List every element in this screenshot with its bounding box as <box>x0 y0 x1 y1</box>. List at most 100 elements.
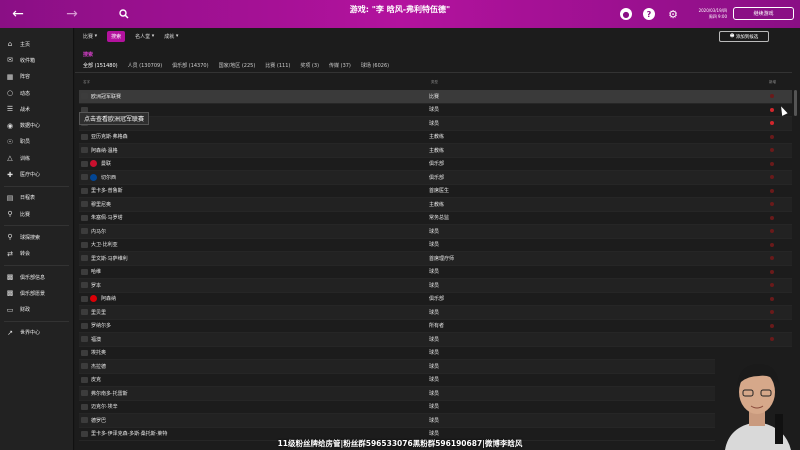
row-select-box[interactable] <box>81 349 88 356</box>
row-select-box[interactable] <box>81 201 88 208</box>
row-name[interactable]: 曼联 <box>101 160 111 167</box>
row-select-box[interactable] <box>81 187 88 194</box>
sidebar-item-home[interactable]: ⌂ 主页 <box>0 36 73 52</box>
column-header-name[interactable]: 名字 <box>83 80 90 85</box>
subnav-achievements[interactable]: 成就 ▾ <box>164 33 178 40</box>
table-row[interactable]: 弗尔南多·托雷斯 球员 <box>79 387 792 401</box>
table-row[interactable]: 里文斯·马萨维利 首席理疗师 <box>79 252 792 266</box>
table-row[interactable]: 亚历克斯·弗格森 主教练 <box>79 131 792 144</box>
sidebar-item-club-vision[interactable]: ▩ 俱乐部愿景 <box>0 285 73 301</box>
table-row[interactable]: 阿森纳 俱乐部 <box>79 293 792 306</box>
row-name[interactable]: 埃托奥 <box>91 349 106 356</box>
sidebar-item-schedule[interactable]: ▤ 日程表 <box>0 190 73 206</box>
row-select-box[interactable] <box>81 228 88 235</box>
scrollbar-thumb[interactable] <box>794 90 797 116</box>
sidebar-item-competitions[interactable]: ⚲ 比赛 <box>0 206 73 222</box>
sidebar-item-squad[interactable]: ▦ 阵容 <box>0 69 73 85</box>
table-row[interactable]: 福澳 球员 <box>79 333 792 347</box>
row-name[interactable]: 朱塞佩·马罗塔 <box>91 214 123 221</box>
table-row[interactable]: 切尔西 俱乐部 <box>79 171 792 185</box>
table-row[interactable]: 阿森纳·温格 主教练 <box>79 144 792 158</box>
table-row[interactable]: 朱塞佩·马罗塔 常务总监 <box>79 212 792 225</box>
row-select-box[interactable] <box>81 322 88 329</box>
subnav-search[interactable]: 搜索 <box>107 30 126 42</box>
row-name[interactable]: 内马尔 <box>91 228 106 235</box>
sidebar-item-training[interactable]: △ 训练 <box>0 150 73 166</box>
sidebar-item-scouting[interactable]: ⚲ 球探搜索 <box>0 229 73 245</box>
row-name[interactable]: 哈维 <box>91 268 101 275</box>
row-name[interactable]: 迈克尔·埃辛 <box>91 403 118 410</box>
sidebar-item-inbox[interactable]: ✉ 收件箱 <box>0 52 73 68</box>
sidebar-item-medical[interactable]: ✚ 医疗中心 <box>0 166 73 182</box>
table-row[interactable]: 穆里尼奥 主教练 <box>79 198 792 212</box>
subnav-hall-of-fame[interactable]: 名人堂 ▾ <box>135 33 154 40</box>
row-select-box[interactable] <box>81 214 88 221</box>
row-select-box[interactable] <box>81 363 88 370</box>
row-select-box[interactable] <box>81 376 88 383</box>
row-name[interactable]: 弗尔南多·托雷斯 <box>91 390 128 397</box>
table-row[interactable]: 哈维 球员 <box>79 266 792 279</box>
row-name[interactable]: 大卫·比利亚 <box>91 241 118 248</box>
table-row[interactable]: 杰拉德 球员 <box>79 360 792 374</box>
row-name[interactable]: 罗纳尔多 <box>91 322 111 329</box>
table-row[interactable]: 里卡多·普鲁斯 首席医生 <box>79 185 792 198</box>
table-row[interactable]: 欧洲冠军联赛 比赛 <box>79 90 792 104</box>
row-select-box[interactable] <box>81 255 88 262</box>
sidebar-item-club-info[interactable]: ▩ 俱乐部信息 <box>0 269 73 285</box>
add-to-shortlist-button[interactable]: ☻ 添加到候选 <box>719 31 769 42</box>
row-name[interactable]: 皮克 <box>91 376 101 383</box>
table-row[interactable]: 皮克 球员 <box>79 374 792 387</box>
row-name[interactable]: 里卡多·伊泽克森·多斯·桑托斯·莱特 <box>91 430 167 437</box>
row-name[interactable]: 切尔西 <box>101 174 116 181</box>
row-name[interactable]: 里贝里 <box>91 309 106 316</box>
help-icon[interactable]: ? <box>643 8 655 20</box>
row-select-box[interactable] <box>81 147 88 154</box>
row-name[interactable]: 欧洲冠军联赛 <box>91 93 121 100</box>
table-row[interactable]: 埃托奥 球员 <box>79 347 792 360</box>
row-name[interactable]: 罗本 <box>91 282 101 289</box>
row-select-box[interactable] <box>81 430 88 437</box>
table-row[interactable]: 罗纳尔多 所有者 <box>79 320 792 333</box>
table-row[interactable]: 大卫·比利亚 球员 <box>79 239 792 252</box>
column-header-new[interactable]: 新增 <box>769 80 776 85</box>
table-row[interactable]: 里贝里 球员 <box>79 306 792 320</box>
row-select-box[interactable] <box>81 403 88 410</box>
subnav-competitions[interactable]: 比赛 ▾ <box>83 33 97 40</box>
row-select-box[interactable] <box>81 241 88 248</box>
sidebar-item-world[interactable]: ↗ 世界中心 <box>0 325 73 341</box>
sidebar-item-data-hub[interactable]: ◉ 数据中心 <box>0 117 73 133</box>
row-name[interactable]: 里卡多·普鲁斯 <box>91 187 123 194</box>
table-row[interactable]: 球员 <box>79 117 792 131</box>
table-row[interactable]: 内马尔 球员 <box>79 225 792 239</box>
table-row[interactable]: 德罗巴 球员 <box>79 414 792 428</box>
sidebar-item-transfers[interactable]: ⇄ 转会 <box>0 246 73 262</box>
row-name[interactable]: 阿森纳 <box>101 295 116 302</box>
row-name[interactable]: 福澳 <box>91 336 101 343</box>
row-name[interactable]: 穆里尼奥 <box>91 201 111 208</box>
sidebar-item-finances[interactable]: ▭ 财政 <box>0 301 73 317</box>
row-select-box[interactable] <box>81 160 88 167</box>
table-row[interactable]: 罗本 球员 <box>79 279 792 293</box>
row-select-box[interactable] <box>81 336 88 343</box>
row-select-box[interactable] <box>81 309 88 316</box>
table-row[interactable]: 曼联 俱乐部 <box>79 158 792 171</box>
table-row[interactable]: 迈克尔·埃辛 球员 <box>79 401 792 414</box>
settings-gear-icon[interactable]: ⚙ <box>667 8 679 21</box>
row-select-box[interactable] <box>81 174 88 181</box>
row-select-box[interactable] <box>81 282 88 289</box>
continue-button[interactable]: 继续游戏 <box>733 7 794 20</box>
sidebar-item-staff[interactable]: ☉ 职员 <box>0 134 73 150</box>
row-select-box[interactable] <box>81 268 88 275</box>
column-header-type[interactable]: 类型 <box>431 80 438 85</box>
table-row[interactable]: 球员 <box>79 104 792 117</box>
row-select-box[interactable] <box>81 133 88 140</box>
row-name[interactable]: 里文斯·马萨维利 <box>91 255 128 262</box>
row-select-box[interactable] <box>81 93 88 100</box>
row-name[interactable]: 德罗巴 <box>91 417 106 424</box>
row-name[interactable]: 杰拉德 <box>91 363 106 370</box>
row-name[interactable]: 阿森纳·温格 <box>91 147 118 154</box>
row-name[interactable]: 亚历克斯·弗格森 <box>91 133 128 140</box>
row-select-box[interactable] <box>81 417 88 424</box>
sidebar-item-tactics[interactable]: ☰ 战术 <box>0 101 73 117</box>
manager-avatar-icon[interactable]: ● <box>620 8 632 20</box>
